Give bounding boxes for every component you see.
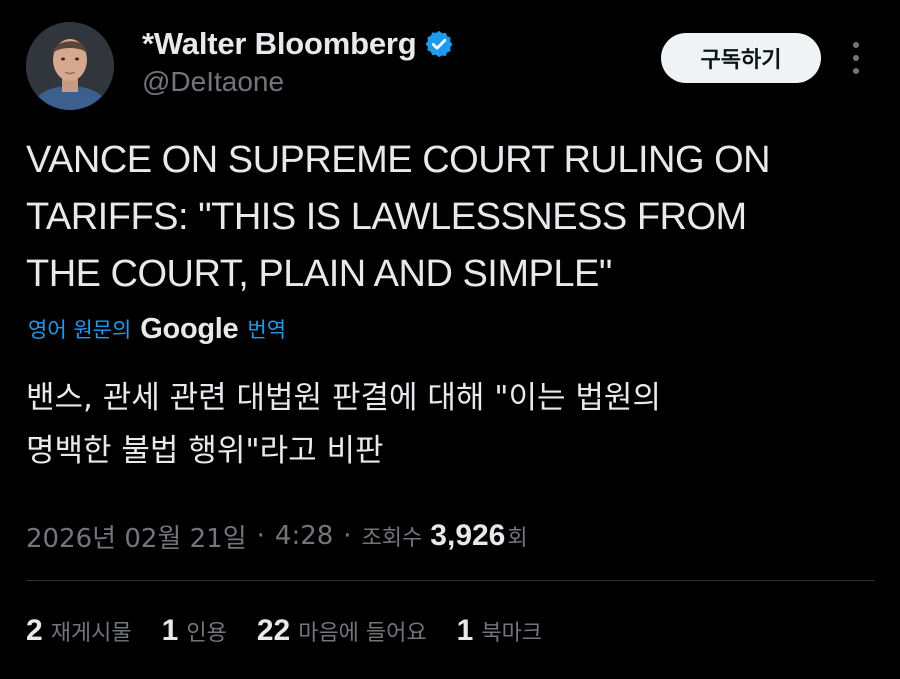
post-time[interactable]: 4:28 xyxy=(275,521,333,551)
stat-likes[interactable]: 22 마음에 들어요 xyxy=(257,614,427,648)
more-dot xyxy=(853,68,859,74)
more-dot xyxy=(853,42,859,48)
meta-separator: · xyxy=(256,521,265,551)
subscribe-button[interactable]: 구독하기 xyxy=(661,33,821,83)
stat-count: 1 xyxy=(456,614,474,647)
stat-quotes[interactable]: 1 인용 xyxy=(162,614,227,648)
views-unit: 회 xyxy=(507,526,528,551)
author-name-text: *Walter Bloomberg xyxy=(142,26,417,61)
stat-label: 북마크 xyxy=(481,621,543,646)
tweet-text: VANCE ON SUPREME COURT RULING ON TARIFFS… xyxy=(26,139,771,295)
translated-text: 밴스, 관세 관련 대법원 판결에 대해 "이는 법원의 명백한 불법 행위"라… xyxy=(26,380,661,469)
stat-reposts[interactable]: 2 재게시물 xyxy=(26,614,132,648)
author-handle[interactable]: @DeItaone xyxy=(142,66,284,98)
divider xyxy=(26,580,874,581)
stat-count: 2 xyxy=(26,614,43,647)
stat-label: 재게시물 xyxy=(50,621,132,646)
author-display-name[interactable]: *Walter Bloomberg xyxy=(142,24,454,64)
stat-label: 마음에 들어요 xyxy=(298,621,427,646)
verified-badge-icon xyxy=(425,30,453,58)
stat-count: 22 xyxy=(256,614,291,647)
stat-label: 인용 xyxy=(186,621,227,646)
translation-suffix: 번역 xyxy=(247,318,287,342)
avatar[interactable] xyxy=(26,22,114,110)
profile-photo-icon xyxy=(26,22,114,110)
translate-link[interactable]: 영어 원문의 Google 번역 xyxy=(28,311,286,347)
tweet-meta: 2026년 02월 21일 · 4:28 · 조회수 3,926 회 xyxy=(26,515,528,557)
stat-count: 1 xyxy=(161,614,179,647)
more-options-icon[interactable] xyxy=(846,38,866,78)
stat-bookmarks[interactable]: 1 북마크 xyxy=(457,614,542,648)
meta-separator: · xyxy=(343,521,352,551)
views-label: 조회수 xyxy=(361,526,423,551)
translation-prefix: 영어 원문의 xyxy=(28,318,132,342)
google-brand: Google xyxy=(140,312,239,345)
engagement-stats: 2 재게시물 1 인용 22 마음에 들어요 1 북마크 xyxy=(26,609,572,653)
views-count: 3,926 xyxy=(430,519,506,552)
post-date[interactable]: 2026년 02월 21일 xyxy=(26,518,247,555)
more-dot xyxy=(853,55,859,61)
